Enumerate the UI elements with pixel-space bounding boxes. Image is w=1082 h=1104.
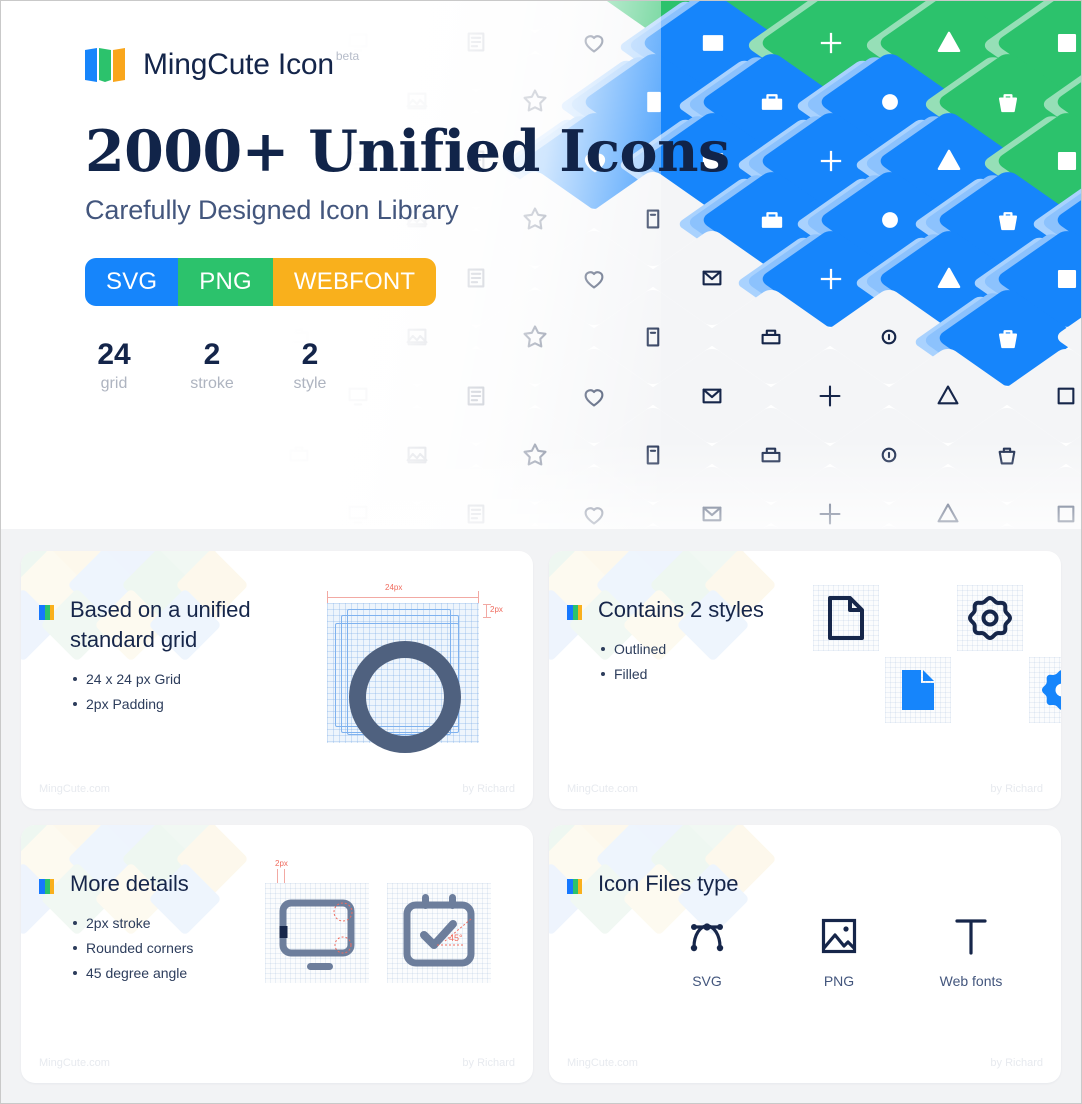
stat-stroke-value: 2 (203, 338, 221, 371)
bullet-text: Outlined (614, 641, 667, 657)
footer-site: MingCute.com (39, 783, 110, 795)
card-unified-grid: Based on a unified standard grid 24 x 24… (21, 551, 533, 809)
file-type-webfonts: Web fonts (923, 913, 1019, 989)
card-header: More details (21, 825, 533, 899)
hero-subhead: Carefully Designed Icon Library (85, 195, 459, 225)
card-footer: MingCute.com by Richard (567, 1057, 1043, 1069)
file-types-illustration: SVG PNG Web fonts (641, 913, 1037, 989)
card-header: Based on a unified standard grid (21, 551, 533, 655)
accent-mark-icon (567, 879, 582, 894)
footer-author: by Richard (462, 783, 515, 795)
accent-mark-icon (39, 879, 54, 894)
hero-section: MingCute Icon beta 2000+ Unified Icons C… (1, 1, 1081, 529)
list-item: 24 x 24 px Grid (73, 667, 533, 691)
card-footer: MingCute.com by Richard (567, 783, 1043, 795)
bullet-text: 45 degree angle (86, 965, 188, 981)
card-more-details: More details 2px stroke Rounded corners … (21, 825, 533, 1083)
footer-site: MingCute.com (39, 1057, 110, 1069)
feature-cards-grid: Based on a unified standard grid 24 x 24… (21, 551, 1061, 1083)
bullet-text: 24 x 24 px Grid (86, 671, 181, 687)
hero-content: MingCute Icon beta 2000+ Unified Icons C… (85, 45, 730, 393)
bezier-pen-icon (659, 913, 755, 959)
bullet-text: 2px Padding (86, 696, 164, 712)
stat-grid: 24 grid (91, 338, 137, 393)
page-root: MingCute Icon beta 2000+ Unified Icons C… (0, 0, 1082, 1104)
accent-mark-icon (39, 605, 54, 620)
stat-style-value: 2 (301, 338, 319, 371)
card-bullet-list: Outlined Filled (601, 637, 1061, 686)
brand-row: MingCute Icon beta (85, 45, 730, 86)
bullet-text: 2px stroke (86, 915, 151, 931)
hero-headline: 2000+ Unified Icons (85, 118, 730, 185)
stats-row: 24 grid 2 stroke 2 style (85, 338, 730, 393)
stat-grid-value: 24 (97, 338, 131, 371)
feature-cards-section: Based on a unified standard grid 24 x 24… (1, 529, 1081, 1103)
mingcute-map-logo-icon (85, 48, 129, 86)
card-title: Icon Files type (598, 871, 739, 896)
stat-stroke-label: stroke (190, 375, 234, 392)
card-header: Icon Files type (549, 825, 1061, 899)
footer-site: MingCute.com (567, 1057, 638, 1069)
card-footer: MingCute.com by Richard (39, 783, 515, 795)
list-item: Rounded corners (73, 936, 533, 960)
list-item: 45 degree angle (73, 961, 533, 985)
card-footer: MingCute.com by Richard (39, 1057, 515, 1069)
footer-site: MingCute.com (567, 783, 638, 795)
accent-mark-icon (567, 605, 582, 620)
file-type-png: PNG (791, 913, 887, 989)
format-png-button[interactable]: PNG (178, 258, 273, 306)
stat-grid-label: grid (100, 375, 128, 392)
card-title: Based on a unified standard grid (70, 597, 251, 652)
card-bullet-list: 2px stroke Rounded corners 45 degree ang… (73, 911, 533, 985)
format-webfont-button[interactable]: WEBFONT (272, 258, 437, 306)
list-item: Outlined (601, 637, 1061, 661)
footer-author: by Richard (990, 1057, 1043, 1069)
image-icon (791, 913, 887, 959)
beta-badge: beta (335, 49, 360, 63)
file-type-label: PNG (823, 973, 855, 989)
list-item: Filled (601, 662, 1061, 686)
card-title: Contains 2 styles (598, 597, 764, 622)
text-t-icon (923, 913, 1019, 959)
card-bullet-list: 24 x 24 px Grid 2px Padding (73, 667, 533, 716)
brand-name: MingCute Icon (143, 48, 334, 81)
list-item: 2px Padding (73, 692, 533, 716)
footer-author: by Richard (990, 783, 1043, 795)
card-title: More details (70, 871, 189, 896)
bullet-text: Rounded corners (86, 940, 194, 956)
stat-style: 2 style (287, 338, 333, 393)
card-header: Contains 2 styles (549, 551, 1061, 625)
format-svg-button[interactable]: SVG (85, 258, 179, 306)
card-file-types: Icon Files type SVG PNG Web fonts MingCu… (549, 825, 1061, 1083)
footer-author: by Richard (462, 1057, 515, 1069)
list-item: 2px stroke (73, 911, 533, 935)
file-type-label: SVG (692, 973, 722, 989)
stat-stroke: 2 stroke (189, 338, 235, 393)
card-two-styles: Contains 2 styles Outlined Filled MingCu… (549, 551, 1061, 809)
file-type-svg: SVG (659, 913, 755, 989)
stat-style-label: style (293, 375, 327, 392)
format-pill-group: SVG PNG WEBFONT (85, 258, 437, 306)
file-type-label: Web fonts (939, 973, 1003, 989)
bullet-text: Filled (614, 666, 648, 682)
